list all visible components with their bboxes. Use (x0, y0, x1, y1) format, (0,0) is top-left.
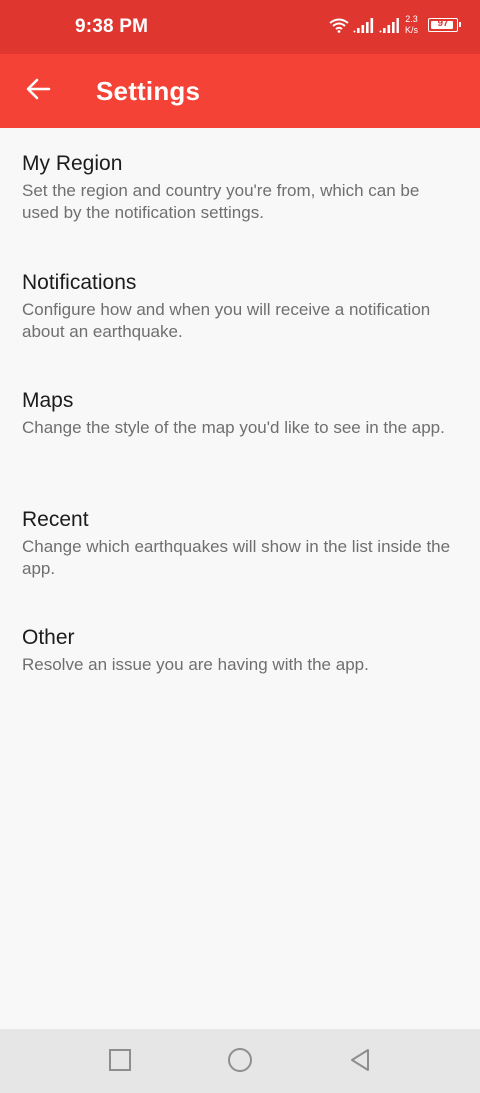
settings-item-title: My Region (22, 152, 123, 175)
settings-item-description: Configure how and when you will receive … (22, 299, 431, 341)
settings-item-other[interactable]: Other Resolve an issue you are having wi… (0, 602, 480, 721)
back-triangle-icon (348, 1048, 372, 1077)
app-bar: Settings (0, 54, 480, 128)
settings-item-title: Other (22, 626, 75, 649)
settings-list: My Region Set the region and country you… (0, 128, 480, 721)
settings-item-description: Resolve an issue you are having with the… (22, 655, 369, 674)
settings-item-recent[interactable]: Recent Change which earthquakes will sho… (0, 484, 480, 603)
status-icons: 2.3 K/s 97 (329, 14, 461, 36)
settings-item-title: Recent (22, 507, 89, 531)
settings-item-maps[interactable]: Maps Change the style of the map you'd l… (0, 365, 480, 484)
recents-button[interactable] (105, 1047, 135, 1077)
home-button[interactable] (225, 1047, 255, 1077)
wifi-icon (329, 17, 349, 33)
signal-strength-icon (353, 17, 375, 33)
nav-back-button[interactable] (345, 1047, 375, 1077)
settings-item-title: Notifications (22, 270, 137, 294)
settings-item-notifications[interactable]: Notifications Configure how and when you… (0, 247, 480, 366)
network-speed-unit: K/s (404, 25, 418, 35)
network-speed: 2.3 K/s (405, 14, 418, 36)
settings-item-title: Maps (22, 389, 74, 412)
home-circle-icon (227, 1047, 253, 1078)
status-time: 9:38 PM (75, 16, 149, 37)
arrow-left-icon (25, 78, 51, 105)
system-nav-bar (0, 1029, 480, 1093)
recents-square-icon (108, 1048, 132, 1077)
back-button[interactable] (14, 67, 62, 115)
settings-item-description: Set the region and country you're from, … (22, 181, 420, 222)
signal-strength-icon-2 (379, 17, 399, 33)
settings-item-description: Change which earthquakes will show in th… (22, 536, 451, 578)
page-title: Settings (96, 76, 201, 106)
settings-item-my-region[interactable]: My Region Set the region and country you… (0, 128, 480, 247)
battery-tip (459, 22, 461, 27)
settings-item-description: Change the style of the map you'd like t… (22, 418, 445, 437)
battery-icon: 97 (428, 18, 461, 32)
battery-level: 97 (437, 18, 449, 29)
status-bar: 9:38 PM 2.3 K/s 97 (0, 0, 480, 54)
network-speed-value: 2.3 (405, 14, 418, 24)
